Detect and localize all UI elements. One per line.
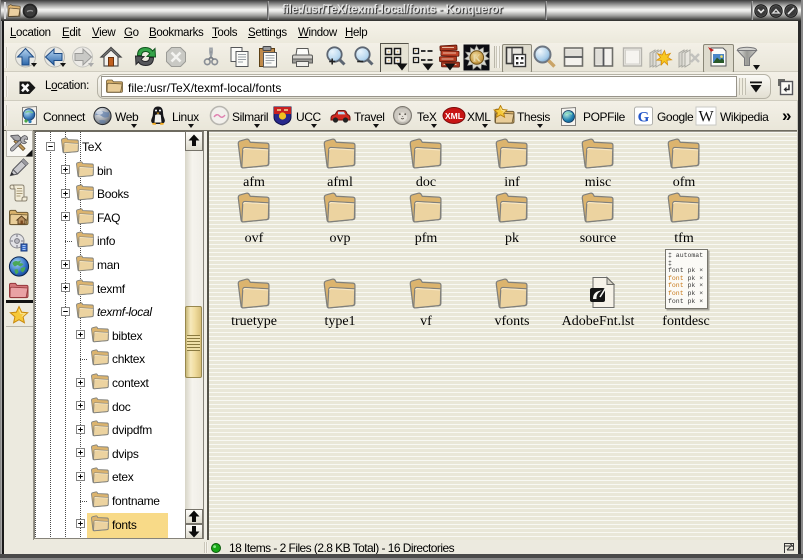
svg-text:G: G <box>638 110 650 126</box>
svg-text:W: W <box>698 109 714 126</box>
svg-text:XML: XML <box>445 111 463 121</box>
svg-text:K: K <box>473 53 482 65</box>
